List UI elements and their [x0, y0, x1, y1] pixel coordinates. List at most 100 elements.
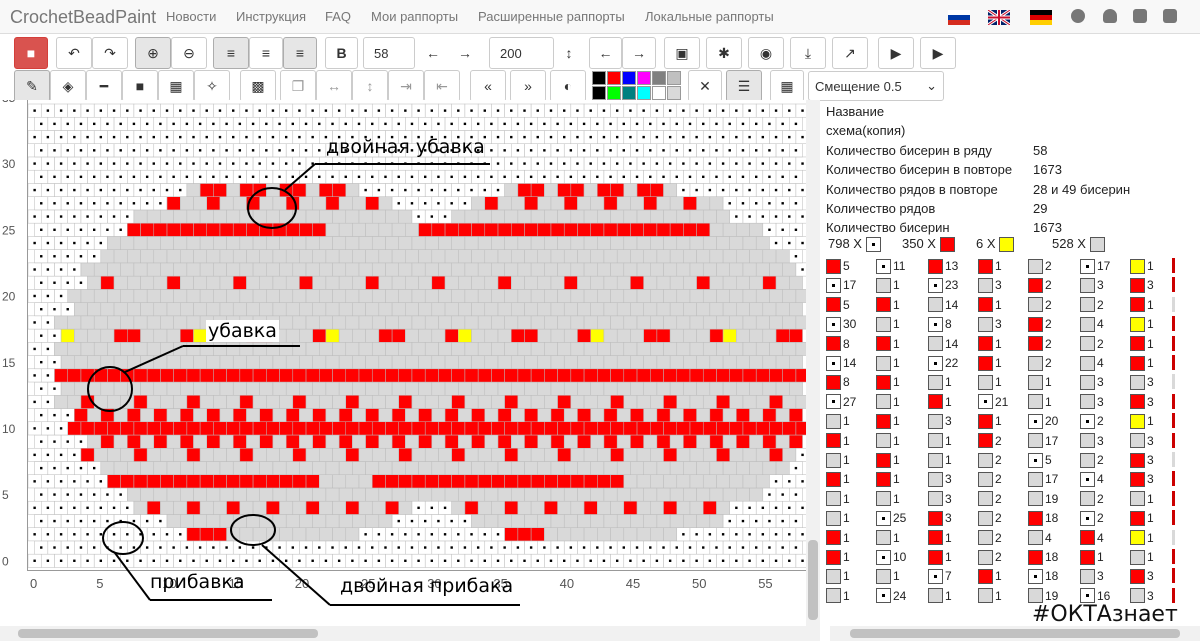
y-tick-label: 30 [2, 157, 16, 171]
bead-cell [656, 302, 671, 317]
logout-icon[interactable] [1163, 9, 1177, 23]
redo-button[interactable]: ↷ [92, 37, 128, 69]
zoom-in-button[interactable]: ⊕ [135, 37, 171, 69]
align-center-button[interactable]: ≡ [249, 37, 283, 69]
bead-cell [709, 514, 724, 528]
arrow-left-icon[interactable]: ← [418, 37, 448, 69]
bead-cell [146, 421, 161, 436]
bead-cell [491, 236, 505, 250]
pencil-tool-button[interactable]: ✎ [14, 70, 50, 102]
sequence-swatch [1130, 297, 1145, 313]
gear-icon[interactable] [1133, 9, 1147, 23]
undo-button[interactable]: ↶ [56, 37, 92, 69]
nav-news[interactable]: Новости [166, 9, 216, 24]
bead-dot [774, 188, 778, 192]
zoom-out-button[interactable]: ⊖ [171, 37, 207, 69]
palette-button[interactable]: ◐ [550, 70, 586, 102]
bead-dot [675, 122, 678, 126]
copy-button[interactable]: ❐ [280, 70, 316, 102]
palette-swatch[interactable] [622, 86, 636, 100]
brand-logo[interactable]: CrochetBeadPaint [10, 7, 156, 28]
share-button[interactable]: ↗ [832, 37, 868, 69]
palette-swatch[interactable] [652, 86, 666, 100]
download-button[interactable]: ⤓ [790, 37, 826, 69]
rect-tool-button[interactable]: ■ [122, 70, 158, 102]
palette-swatch[interactable] [637, 71, 651, 85]
user-icon[interactable] [1103, 9, 1117, 23]
color-palette[interactable] [592, 71, 688, 101]
bead-dot [126, 162, 129, 165]
bead-cell [458, 487, 472, 502]
palette-swatch[interactable] [667, 86, 681, 100]
video-button[interactable]: ▶ [878, 37, 914, 69]
shift-right-button[interactable]: → [622, 37, 656, 69]
palette-swatch[interactable] [652, 71, 666, 85]
bead-grid[interactable]: 353025201510500510152025303540455055 [0, 100, 818, 641]
palette-swatch[interactable] [592, 71, 606, 85]
bead-cell [769, 289, 783, 303]
play-button[interactable]: ▶ [920, 37, 956, 69]
save-button[interactable]: ■ [14, 37, 48, 69]
close-palette-button[interactable]: ✕ [688, 70, 722, 102]
flip-vertical-button[interactable]: ↕ [352, 70, 388, 102]
palette-swatch[interactable] [637, 86, 651, 100]
bead-cell [332, 447, 347, 462]
shift-left-button[interactable]: ← [589, 37, 622, 69]
outdent-button[interactable]: ⇤ [424, 70, 460, 102]
magic-wand-button[interactable]: ✧ [194, 70, 230, 102]
forward-button[interactable]: » [510, 70, 546, 102]
image-button[interactable]: ▣ [664, 37, 700, 69]
bead-cell [80, 262, 95, 277]
nav-my-patterns[interactable]: Мои раппорты [371, 9, 458, 24]
nav-faq[interactable]: FAQ [325, 9, 351, 24]
bead-cell [537, 461, 552, 475]
panel-horizontal-scrollbar[interactable] [830, 626, 1200, 641]
bold-button[interactable]: B [325, 37, 358, 69]
sequence-count: 1 [893, 453, 900, 467]
fill-tool-button[interactable]: ◈ [50, 70, 86, 102]
calculator-button[interactable]: ▦ [770, 70, 804, 102]
bead-dot [245, 162, 248, 165]
flag-ru-icon[interactable] [948, 10, 970, 25]
line-tool-button[interactable]: ━ [86, 70, 122, 102]
palette-swatch[interactable] [607, 71, 621, 85]
palette-swatch[interactable] [622, 71, 636, 85]
grid-button[interactable]: ▩ [240, 70, 276, 102]
bead-dot [205, 135, 208, 139]
nav-extended-patterns[interactable]: Расширенные раппорты [478, 9, 625, 24]
info-icon[interactable] [1071, 9, 1085, 23]
offset-select[interactable]: Смещение 0.5 ⌄ [808, 71, 944, 101]
bead-cell [583, 209, 598, 224]
flag-de-icon[interactable] [1030, 10, 1052, 25]
bead-cell [669, 381, 684, 396]
nav-instructions[interactable]: Инструкция [236, 9, 306, 24]
bead-dot [126, 135, 129, 139]
palette-swatch[interactable] [592, 86, 606, 100]
bead-cell [226, 474, 241, 489]
bead-dot [344, 546, 347, 549]
pattern-canvas[interactable]: 353025201510500510152025303540455055 дво… [0, 100, 818, 641]
sequence-swatch [1080, 258, 1095, 274]
align-right-button[interactable]: ≡ [283, 37, 317, 69]
bead-cell [431, 434, 446, 449]
rewind-button[interactable]: « [470, 70, 506, 102]
height-input[interactable]: 200 [489, 37, 554, 69]
flag-uk-icon[interactable] [987, 8, 1011, 27]
camera-button[interactable]: ◉ [748, 37, 784, 69]
flip-horizontal-button[interactable]: ↔ [316, 70, 352, 102]
list-view-button[interactable]: ☰ [726, 70, 762, 102]
indent-button[interactable]: ⇥ [388, 70, 424, 102]
palette-swatch[interactable] [667, 71, 681, 85]
sequence-count: 3 [1147, 588, 1154, 603]
bead-dot [119, 149, 122, 152]
palette-swatch[interactable] [607, 86, 621, 100]
table-tool-button[interactable]: ▦ [158, 70, 194, 102]
align-left-button[interactable]: ≡ [213, 37, 249, 69]
width-input[interactable]: 58 [363, 37, 415, 69]
nav-local-patterns[interactable]: Локальные раппорты [645, 9, 774, 24]
arrow-right-icon[interactable]: → [450, 37, 480, 69]
settings-button[interactable]: ✱ [706, 37, 742, 69]
resize-vertical-icon[interactable]: ↕ [554, 37, 584, 69]
canvas-vertical-scrollbar[interactable] [806, 100, 820, 626]
canvas-horizontal-scrollbar[interactable] [0, 626, 820, 641]
